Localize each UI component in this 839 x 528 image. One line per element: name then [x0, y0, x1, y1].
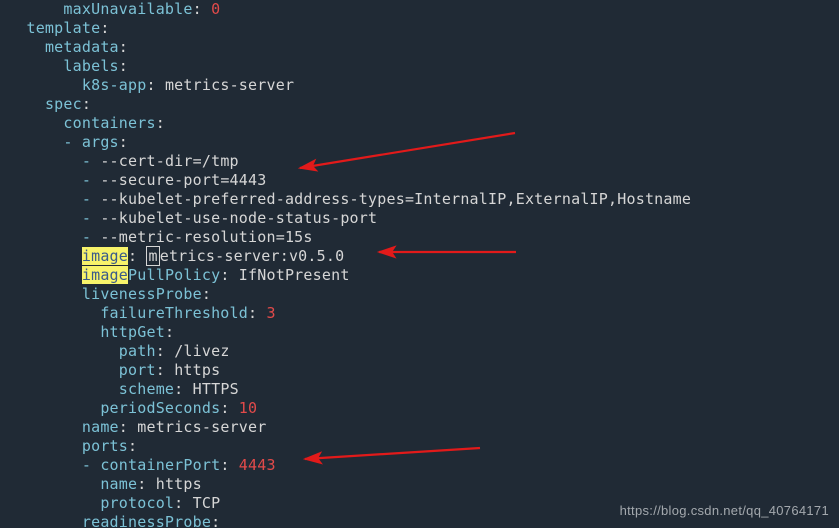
yaml-number: 3: [266, 304, 275, 322]
yaml-arg: --secure-port=4443: [100, 171, 266, 189]
yaml-key: livenessProbe: [82, 285, 202, 303]
yaml-key: name: [100, 475, 137, 493]
yaml-string: TCP: [193, 494, 221, 512]
yaml-key: k8s-app: [82, 76, 147, 94]
yaml-key: spec: [45, 95, 82, 113]
yaml-string: /livez: [174, 342, 229, 360]
yaml-key: containerPort: [100, 456, 220, 474]
yaml-key: port: [119, 361, 156, 379]
yaml-key: protocol: [100, 494, 174, 512]
yaml-key-highlighted: image: [82, 266, 128, 284]
yaml-key: failureThreshold: [100, 304, 248, 322]
yaml-arg: --kubelet-use-node-status-port: [100, 209, 377, 227]
yaml-code-block: maxUnavailable: 0 template: metadata: la…: [0, 0, 839, 528]
yaml-key: PullPolicy: [128, 266, 220, 284]
yaml-string: https: [174, 361, 220, 379]
yaml-number: 0: [211, 0, 220, 18]
yaml-key: scheme: [119, 380, 174, 398]
yaml-number: 4443: [239, 456, 276, 474]
yaml-key: periodSeconds: [100, 399, 220, 417]
yaml-arg: --cert-dir=/tmp: [100, 152, 238, 170]
yaml-key: metadata: [45, 38, 119, 56]
yaml-string: etrics-server:v0.5.0: [160, 247, 345, 265]
yaml-string: metrics-server: [137, 418, 266, 436]
code-annotated-figure: maxUnavailable: 0 template: metadata: la…: [0, 0, 839, 528]
yaml-key: readinessProbe: [82, 513, 211, 528]
yaml-arg: --kubelet-preferred-address-types=Intern…: [100, 190, 691, 208]
yaml-key: containers: [63, 114, 155, 132]
yaml-string: metrics-server: [165, 76, 294, 94]
yaml-key-highlighted: image: [82, 247, 128, 265]
yaml-key: path: [119, 342, 156, 360]
yaml-arg: --metric-resolution=15s: [100, 228, 312, 246]
yaml-key: httpGet: [100, 323, 165, 341]
yaml-key: ports: [82, 437, 128, 455]
yaml-string: https: [156, 475, 202, 493]
yaml-key: maxUnavailable: [63, 0, 192, 18]
yaml-key: labels: [63, 57, 118, 75]
yaml-key: name: [82, 418, 119, 436]
yaml-key: args: [82, 133, 119, 151]
yaml-string: HTTPS: [193, 380, 239, 398]
yaml-number: 10: [239, 399, 257, 417]
yaml-key: template: [26, 19, 100, 37]
yaml-string: IfNotPresent: [239, 266, 350, 284]
watermark-text: https://blog.csdn.net/qq_40764171: [620, 501, 829, 520]
text-cursor-box: m: [146, 246, 159, 266]
